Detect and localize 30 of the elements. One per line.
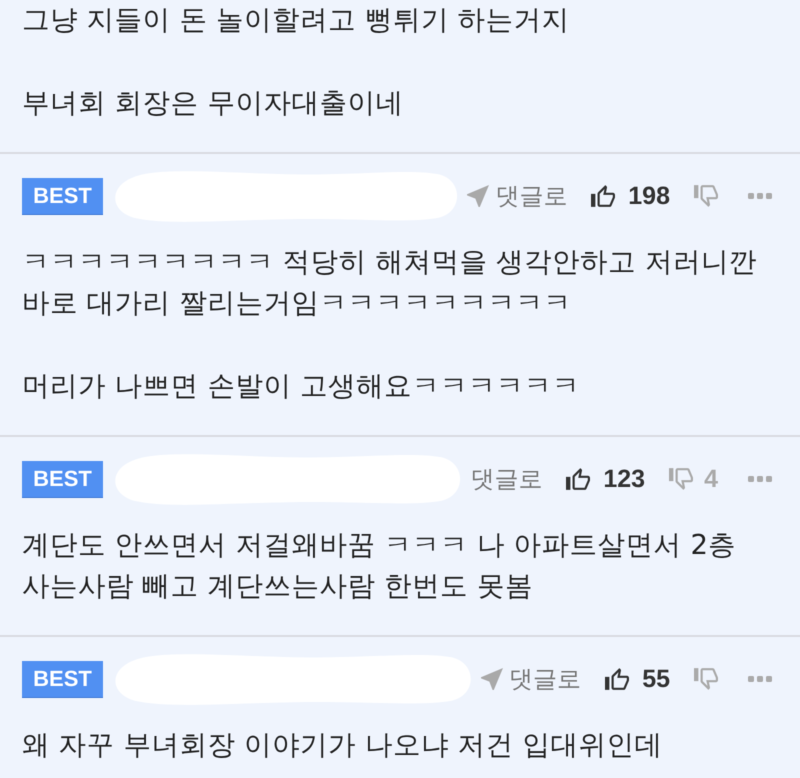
reply-button[interactable]: 댓글로 [470, 463, 542, 495]
comment-text: 머리가 나쁘면 손발이 고생해요ㅋㅋㅋㅋㅋㅋ [22, 369, 582, 404]
reply-button[interactable]: 댓글로 [467, 180, 568, 212]
comment-text: 그냥 지들이 돈 놀이할려고 뻥튀기 하는거지 [22, 3, 571, 38]
dislike-button[interactable] [694, 668, 718, 690]
comment-text: ㅋㅋㅋㅋㅋㅋㅋㅋㅋ 적당히 해쳐먹을 생각안하고 저러니깐 바로 대가리 짤리는거임ㅋㅋㅋㅋㅋㅋㅋㅋㅋ [22, 244, 758, 321]
thumbs-up-icon [605, 668, 630, 690]
best-badge: BEST [22, 660, 103, 698]
more-button[interactable] [748, 476, 772, 482]
best-badge: BEST [22, 460, 103, 498]
more-icon [748, 476, 772, 482]
thumbs-up-icon [591, 185, 616, 207]
more-icon [748, 676, 772, 682]
best-badge: BEST [22, 178, 103, 214]
like-button[interactable]: 55 [605, 664, 670, 694]
more-button[interactable] [748, 676, 772, 682]
comment-text: 부녀회 회장은 무이자대출이네 [22, 86, 404, 121]
like-button[interactable]: 123 [566, 464, 646, 494]
dislike-button[interactable]: 4 [669, 464, 718, 494]
thumbs-down-icon [694, 668, 718, 690]
comment-text: 계단도 안쓰면서 저걸왜바꿈 ㅋㅋㅋ 나 아파트살면서 2층 사는사람 빼고 계단쓰는사람 한번도 못봄 [22, 528, 737, 604]
thumbs-up-icon [566, 468, 590, 490]
reply-button[interactable]: 댓글로 [481, 663, 582, 695]
thumbs-down-icon [669, 468, 694, 490]
dislike-button[interactable] [694, 185, 718, 207]
more-icon [748, 193, 772, 199]
more-button[interactable] [748, 193, 772, 199]
comment-text: 왜 자꾸 부녀회장 이야기가 나오냐 저건 입대위인데 [22, 728, 664, 762]
like-button[interactable]: 198 [591, 182, 670, 210]
thumbs-down-icon [694, 185, 718, 207]
